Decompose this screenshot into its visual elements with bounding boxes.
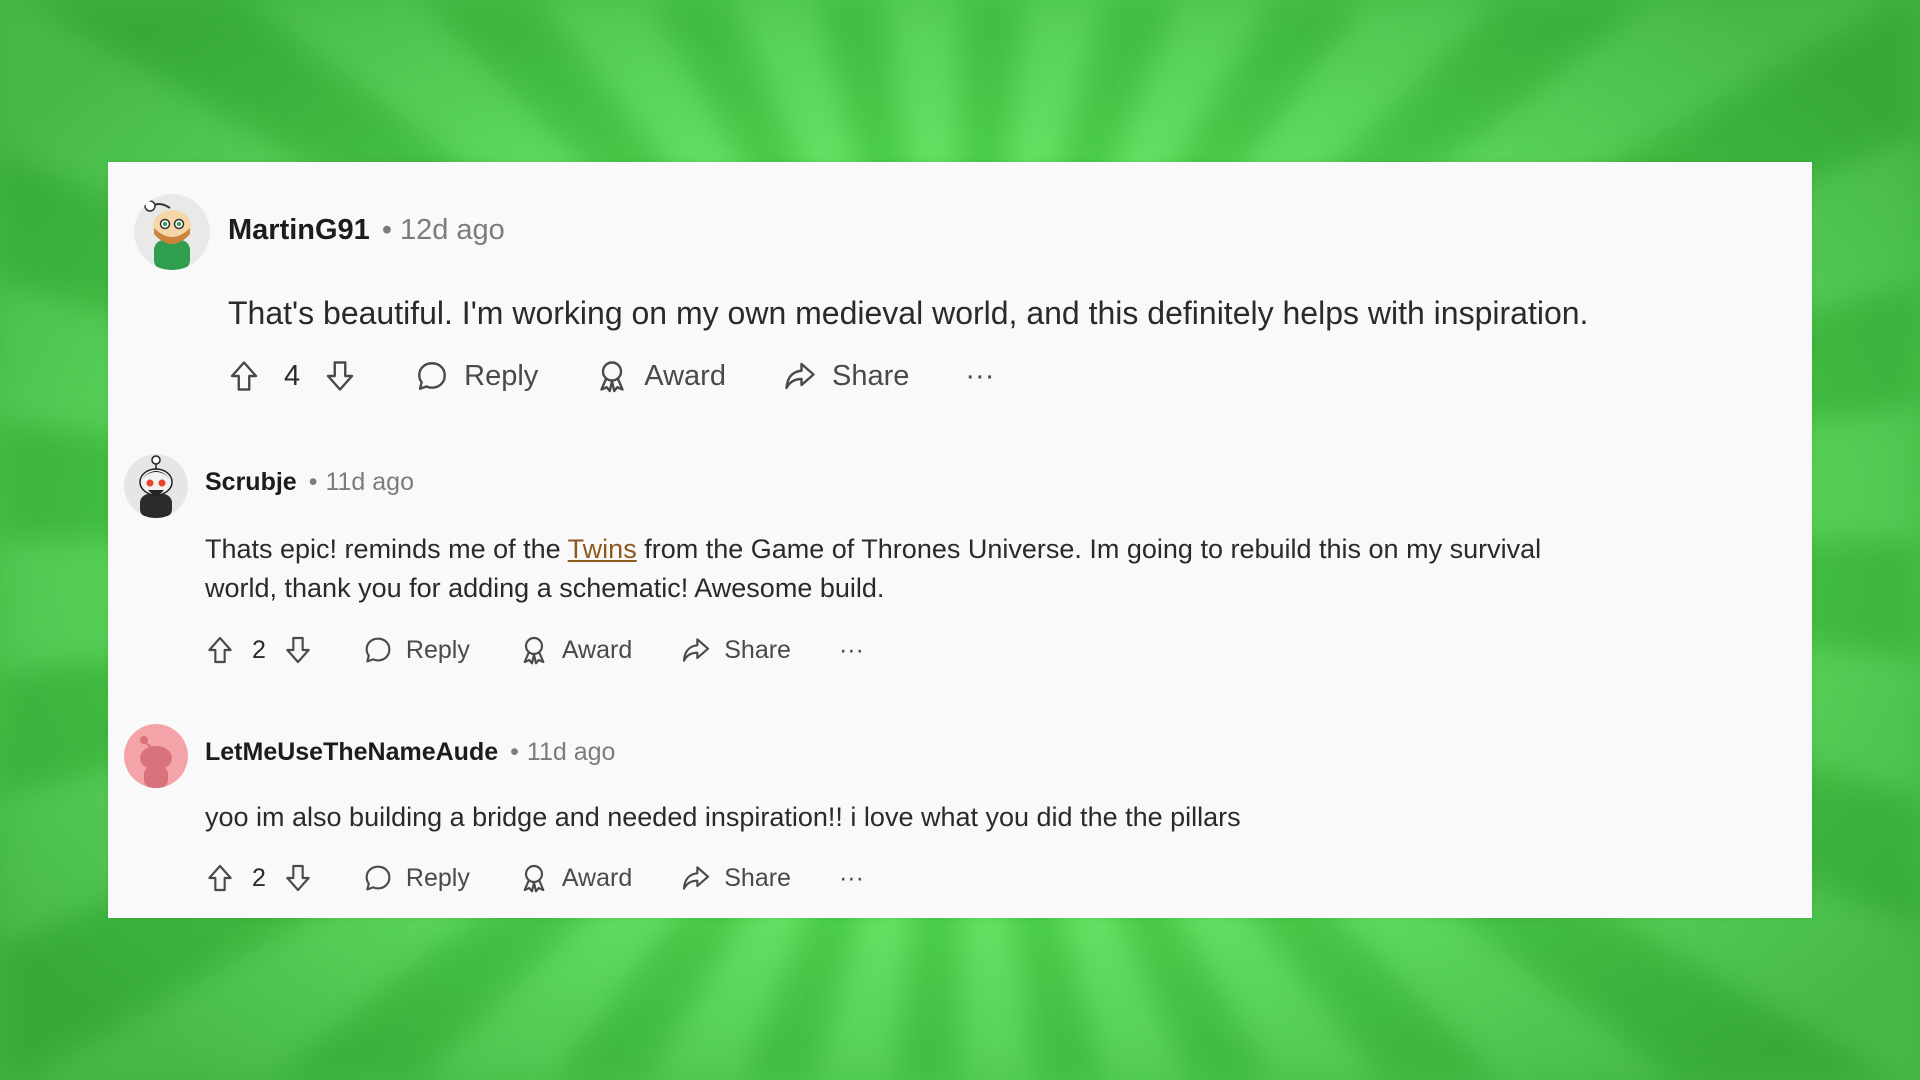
separator-dot: •	[308, 468, 318, 496]
user-avatar[interactable]	[124, 454, 188, 518]
reply-label: Reply	[464, 359, 539, 392]
vote-group: 2	[204, 634, 314, 666]
arrow-up-icon	[208, 636, 232, 664]
downvote-button[interactable]	[282, 862, 314, 894]
comment-timestamp[interactable]: 11d ago	[527, 738, 616, 767]
vote-count: 4	[284, 359, 301, 392]
share-label: Share	[724, 635, 791, 664]
arrow-down-icon	[286, 636, 310, 664]
share-label: Share	[724, 863, 791, 892]
vote-count: 2	[252, 635, 266, 664]
upvote-button[interactable]	[226, 358, 262, 394]
award-button[interactable]: Award	[518, 862, 632, 894]
award-label: Award	[644, 359, 726, 392]
comment-thread-card: MartinG91 • 12d ago That's beautiful. I'…	[108, 162, 1812, 918]
snoo-avatar-default-pink-icon	[124, 724, 188, 788]
comment-actions: 4 Reply Award Share ···	[226, 358, 1050, 394]
upvote-button[interactable]	[204, 862, 236, 894]
vote-group: 2	[204, 862, 314, 894]
arrow-up-icon	[208, 864, 232, 892]
comment-actions: 2 Reply Award Share ···	[204, 862, 912, 894]
user-avatar[interactable]	[124, 724, 188, 788]
award-icon	[523, 636, 545, 665]
share-icon	[785, 362, 815, 390]
arrow-up-icon	[230, 361, 258, 391]
vote-count: 2	[252, 863, 266, 892]
award-icon	[523, 864, 545, 893]
snoo-avatar-dark-icon	[124, 454, 188, 518]
username[interactable]: MartinG91	[228, 214, 370, 247]
username[interactable]: LetMeUseTheNameAude	[205, 738, 498, 767]
more-options-button[interactable]: ···	[839, 864, 864, 893]
username[interactable]: Scrubje	[205, 468, 297, 497]
award-button[interactable]: Award	[518, 634, 632, 666]
reply-button[interactable]: Reply	[362, 862, 470, 894]
downvote-button[interactable]	[322, 358, 358, 394]
reply-button[interactable]: Reply	[414, 358, 538, 394]
comment-timestamp[interactable]: 12d ago	[400, 214, 505, 247]
share-button[interactable]: Share	[782, 358, 909, 394]
upvote-button[interactable]	[204, 634, 236, 666]
more-options-icon: ···	[838, 863, 864, 892]
reply-label: Reply	[405, 863, 470, 892]
speech-bubble-icon	[365, 637, 391, 663]
speech-bubble-icon	[418, 362, 447, 390]
snoo-avatar-green-icon	[134, 194, 210, 270]
arrow-down-icon	[326, 361, 354, 391]
award-label: Award	[561, 635, 633, 664]
separator-dot: •	[510, 738, 519, 766]
comment-header: MartinG91 • 12d ago	[228, 214, 505, 247]
share-button[interactable]: Share	[680, 634, 791, 666]
reply-label: Reply	[405, 635, 470, 664]
share-label: Share	[831, 359, 910, 392]
speech-bubble-icon	[365, 865, 391, 891]
more-options-icon: ···	[838, 635, 864, 664]
award-label: Award	[561, 863, 633, 892]
comment-body: yoo im also building a bridge and needed…	[205, 802, 1241, 832]
more-options-button[interactable]: ···	[839, 636, 864, 665]
share-icon	[683, 866, 710, 890]
award-icon	[600, 361, 624, 393]
comment-actions: 2 Reply Award Share ···	[204, 634, 912, 666]
twins-link[interactable]: Twins	[568, 534, 637, 564]
more-options-button[interactable]: ···	[965, 360, 994, 393]
award-button[interactable]: Award	[594, 358, 726, 394]
comment-body-text-1: Thats epic! reminds me of the	[205, 534, 568, 564]
comment-timestamp[interactable]: 11d ago	[325, 468, 414, 497]
share-icon	[683, 638, 710, 662]
more-options-icon: ···	[965, 359, 995, 392]
user-avatar[interactable]	[134, 194, 210, 270]
arrow-down-icon	[286, 864, 310, 892]
separator-dot: •	[381, 214, 392, 246]
comment-body: That's beautiful. I'm working on my own …	[228, 295, 1589, 331]
share-button[interactable]: Share	[680, 862, 791, 894]
vote-group: 4	[226, 358, 358, 394]
reply-button[interactable]: Reply	[362, 634, 470, 666]
comment-body: Thats epic! reminds me of the Twins from…	[205, 530, 1545, 608]
comment-header: LetMeUseTheNameAude • 11d ago	[205, 738, 615, 767]
downvote-button[interactable]	[282, 634, 314, 666]
comment-header: Scrubje • 11d ago	[205, 468, 414, 497]
